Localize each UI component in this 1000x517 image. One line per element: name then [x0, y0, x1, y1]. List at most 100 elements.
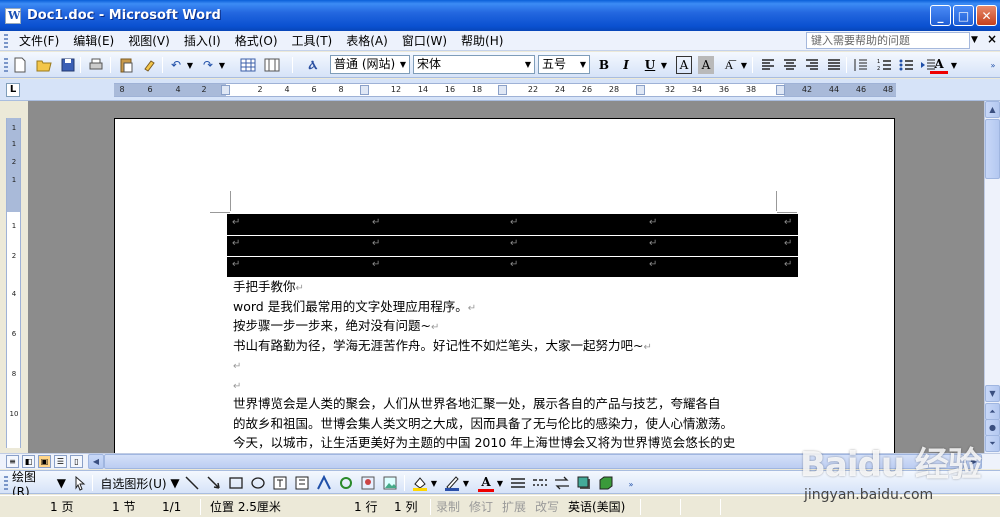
style-select[interactable]: 普通 (网站) ▼: [330, 55, 410, 74]
scroll-down-icon[interactable]: ▼: [985, 385, 1000, 402]
paste-icon[interactable]: [118, 57, 134, 73]
undo-dropdown-icon[interactable]: ▼: [186, 56, 194, 74]
autoshapes-button[interactable]: 自选图形(U) ▼: [100, 474, 180, 492]
close-button[interactable]: ✕: [976, 5, 997, 26]
rectangle-tool-icon[interactable]: [228, 475, 244, 491]
vertical-ruler[interactable]: 1 1 2 1 1 2 4 6 8 10: [6, 118, 21, 448]
line-style-icon[interactable]: [510, 475, 526, 491]
align-right-icon[interactable]: [804, 57, 820, 73]
columns-icon[interactable]: [264, 57, 280, 73]
italic-button[interactable]: I: [618, 56, 634, 74]
justify-icon[interactable]: [826, 57, 842, 73]
new-document-icon[interactable]: [12, 57, 28, 73]
menu-help[interactable]: 帮助(H): [454, 32, 510, 50]
align-left-icon[interactable]: [760, 57, 776, 73]
print-layout-icon[interactable]: ▣: [38, 455, 51, 468]
char-scale-dropdown-icon[interactable]: ▼: [740, 56, 748, 74]
format-painter-icon[interactable]: [142, 57, 158, 73]
underline-dropdown-icon[interactable]: ▼: [660, 56, 668, 74]
web-view-icon[interactable]: ◧: [22, 455, 35, 468]
tab-selector[interactable]: L: [6, 83, 20, 97]
char-border-button[interactable]: A: [676, 56, 692, 74]
font-color-dropdown-icon[interactable]: ▼: [950, 56, 958, 74]
ruler-column-marker[interactable]: [498, 85, 507, 95]
bold-button[interactable]: B: [596, 56, 612, 74]
word-app-icon[interactable]: [5, 7, 21, 24]
document-table[interactable]: ↵ ↵ ↵ ↵ ↵ ↵ ↵ ↵ ↵ ↵ ↵ ↵ ↵ ↵ ↵: [227, 214, 798, 277]
ruler-column-marker[interactable]: [360, 85, 369, 95]
open-folder-icon[interactable]: [36, 57, 52, 73]
align-center-icon[interactable]: [782, 57, 798, 73]
select-objects-icon[interactable]: [72, 475, 88, 491]
scroll-thumb[interactable]: [985, 119, 1000, 179]
undo-icon[interactable]: ↶: [168, 56, 184, 74]
diagram-icon[interactable]: [338, 475, 354, 491]
document-body[interactable]: 手把手教你↵ word 是我们最常用的文字处理应用程序。↵ 按步骤一步一步来，绝…: [233, 277, 793, 453]
arrow-style-icon[interactable]: [554, 475, 570, 491]
status-track-changes[interactable]: 修订: [469, 500, 493, 515]
textbox-tool-icon[interactable]: [272, 475, 288, 491]
toolbar-grip[interactable]: [4, 58, 8, 72]
char-shading-button[interactable]: A: [698, 56, 714, 74]
menu-insert[interactable]: 插入(I): [177, 32, 228, 50]
menu-edit[interactable]: 编辑(E): [66, 32, 121, 50]
redo-icon[interactable]: ↷: [200, 56, 216, 74]
status-overtype[interactable]: 改写: [535, 500, 559, 515]
font-select[interactable]: 宋体 ▼: [413, 55, 535, 74]
scroll-up-icon[interactable]: ▲: [985, 101, 1000, 118]
line-color-dropdown-icon[interactable]: ▼: [462, 474, 470, 492]
menu-view[interactable]: 视图(V): [121, 32, 177, 50]
toolbar-options-icon[interactable]: »: [988, 56, 998, 74]
menu-window[interactable]: 窗口(W): [395, 32, 454, 50]
normal-view-icon[interactable]: ≡: [6, 455, 19, 468]
document-close-button[interactable]: ×: [987, 32, 997, 46]
status-language[interactable]: 英语(美国): [568, 500, 625, 515]
shadow-style-icon[interactable]: [576, 475, 592, 491]
vertical-textbox-icon[interactable]: [294, 475, 310, 491]
numbering-icon[interactable]: 12: [876, 57, 892, 73]
fill-color-dropdown-icon[interactable]: ▼: [430, 474, 438, 492]
outline-view-icon[interactable]: ☰: [54, 455, 67, 468]
status-extend[interactable]: 扩展: [502, 500, 526, 515]
print-icon[interactable]: [88, 57, 104, 73]
underline-button[interactable]: U: [642, 56, 658, 74]
insert-picture-icon[interactable]: [382, 475, 398, 491]
status-record[interactable]: 录制: [436, 500, 460, 515]
maximize-button[interactable]: □: [953, 5, 974, 26]
save-icon[interactable]: [60, 57, 76, 73]
horizontal-ruler[interactable]: 8 6 4 2 2 4 6 8 12 14 16 18 22 24 26 28 …: [114, 83, 896, 97]
minimize-button[interactable]: _: [930, 5, 951, 26]
vertical-scrollbar[interactable]: ▲ ▼ ⏶ ● ⏷: [984, 101, 1000, 453]
font-color-button[interactable]: A: [930, 56, 948, 74]
char-scale-icon[interactable]: A͞: [720, 56, 738, 74]
menu-tools[interactable]: 工具(T): [285, 32, 340, 50]
styles-pane-icon[interactable]: Ⲁ: [304, 56, 322, 74]
fill-color-icon[interactable]: [412, 475, 428, 491]
scroll-left-icon[interactable]: ◀: [88, 454, 104, 469]
line-spacing-icon[interactable]: [852, 57, 868, 73]
dash-style-icon[interactable]: [532, 475, 548, 491]
wordart-icon[interactable]: [316, 475, 332, 491]
menu-table[interactable]: 表格(A): [339, 32, 395, 50]
ruler-right-indent-marker[interactable]: [776, 85, 785, 95]
document-page[interactable]: ↵ ↵ ↵ ↵ ↵ ↵ ↵ ↵ ↵ ↵ ↵ ↵ ↵ ↵ ↵ 手把手教你↵ wor…: [114, 118, 895, 458]
drawbar-grip[interactable]: [4, 476, 8, 490]
previous-page-icon[interactable]: ⏶: [985, 403, 1000, 420]
ruler-indent-marker[interactable]: [221, 85, 230, 95]
arrow-tool-icon[interactable]: [206, 475, 222, 491]
line-tool-icon[interactable]: [184, 475, 200, 491]
draw-font-color-icon[interactable]: A: [478, 474, 494, 492]
menu-format[interactable]: 格式(O): [228, 32, 285, 50]
drawbar-options-icon[interactable]: »: [626, 475, 636, 493]
bullets-icon[interactable]: [898, 57, 914, 73]
reading-view-icon[interactable]: ▯: [70, 455, 83, 468]
menu-file[interactable]: 文件(F): [12, 32, 66, 50]
help-search-input[interactable]: 键入需要帮助的问题: [806, 32, 970, 49]
draw-font-color-dropdown-icon[interactable]: ▼: [496, 474, 504, 492]
3d-style-icon[interactable]: [598, 475, 614, 491]
draw-menu-button[interactable]: 绘图(R) ▼: [12, 470, 66, 499]
font-size-select[interactable]: 五号 ▼: [538, 55, 590, 74]
menu-grip[interactable]: [4, 33, 8, 48]
oval-tool-icon[interactable]: [250, 475, 266, 491]
clipart-icon[interactable]: [360, 475, 376, 491]
